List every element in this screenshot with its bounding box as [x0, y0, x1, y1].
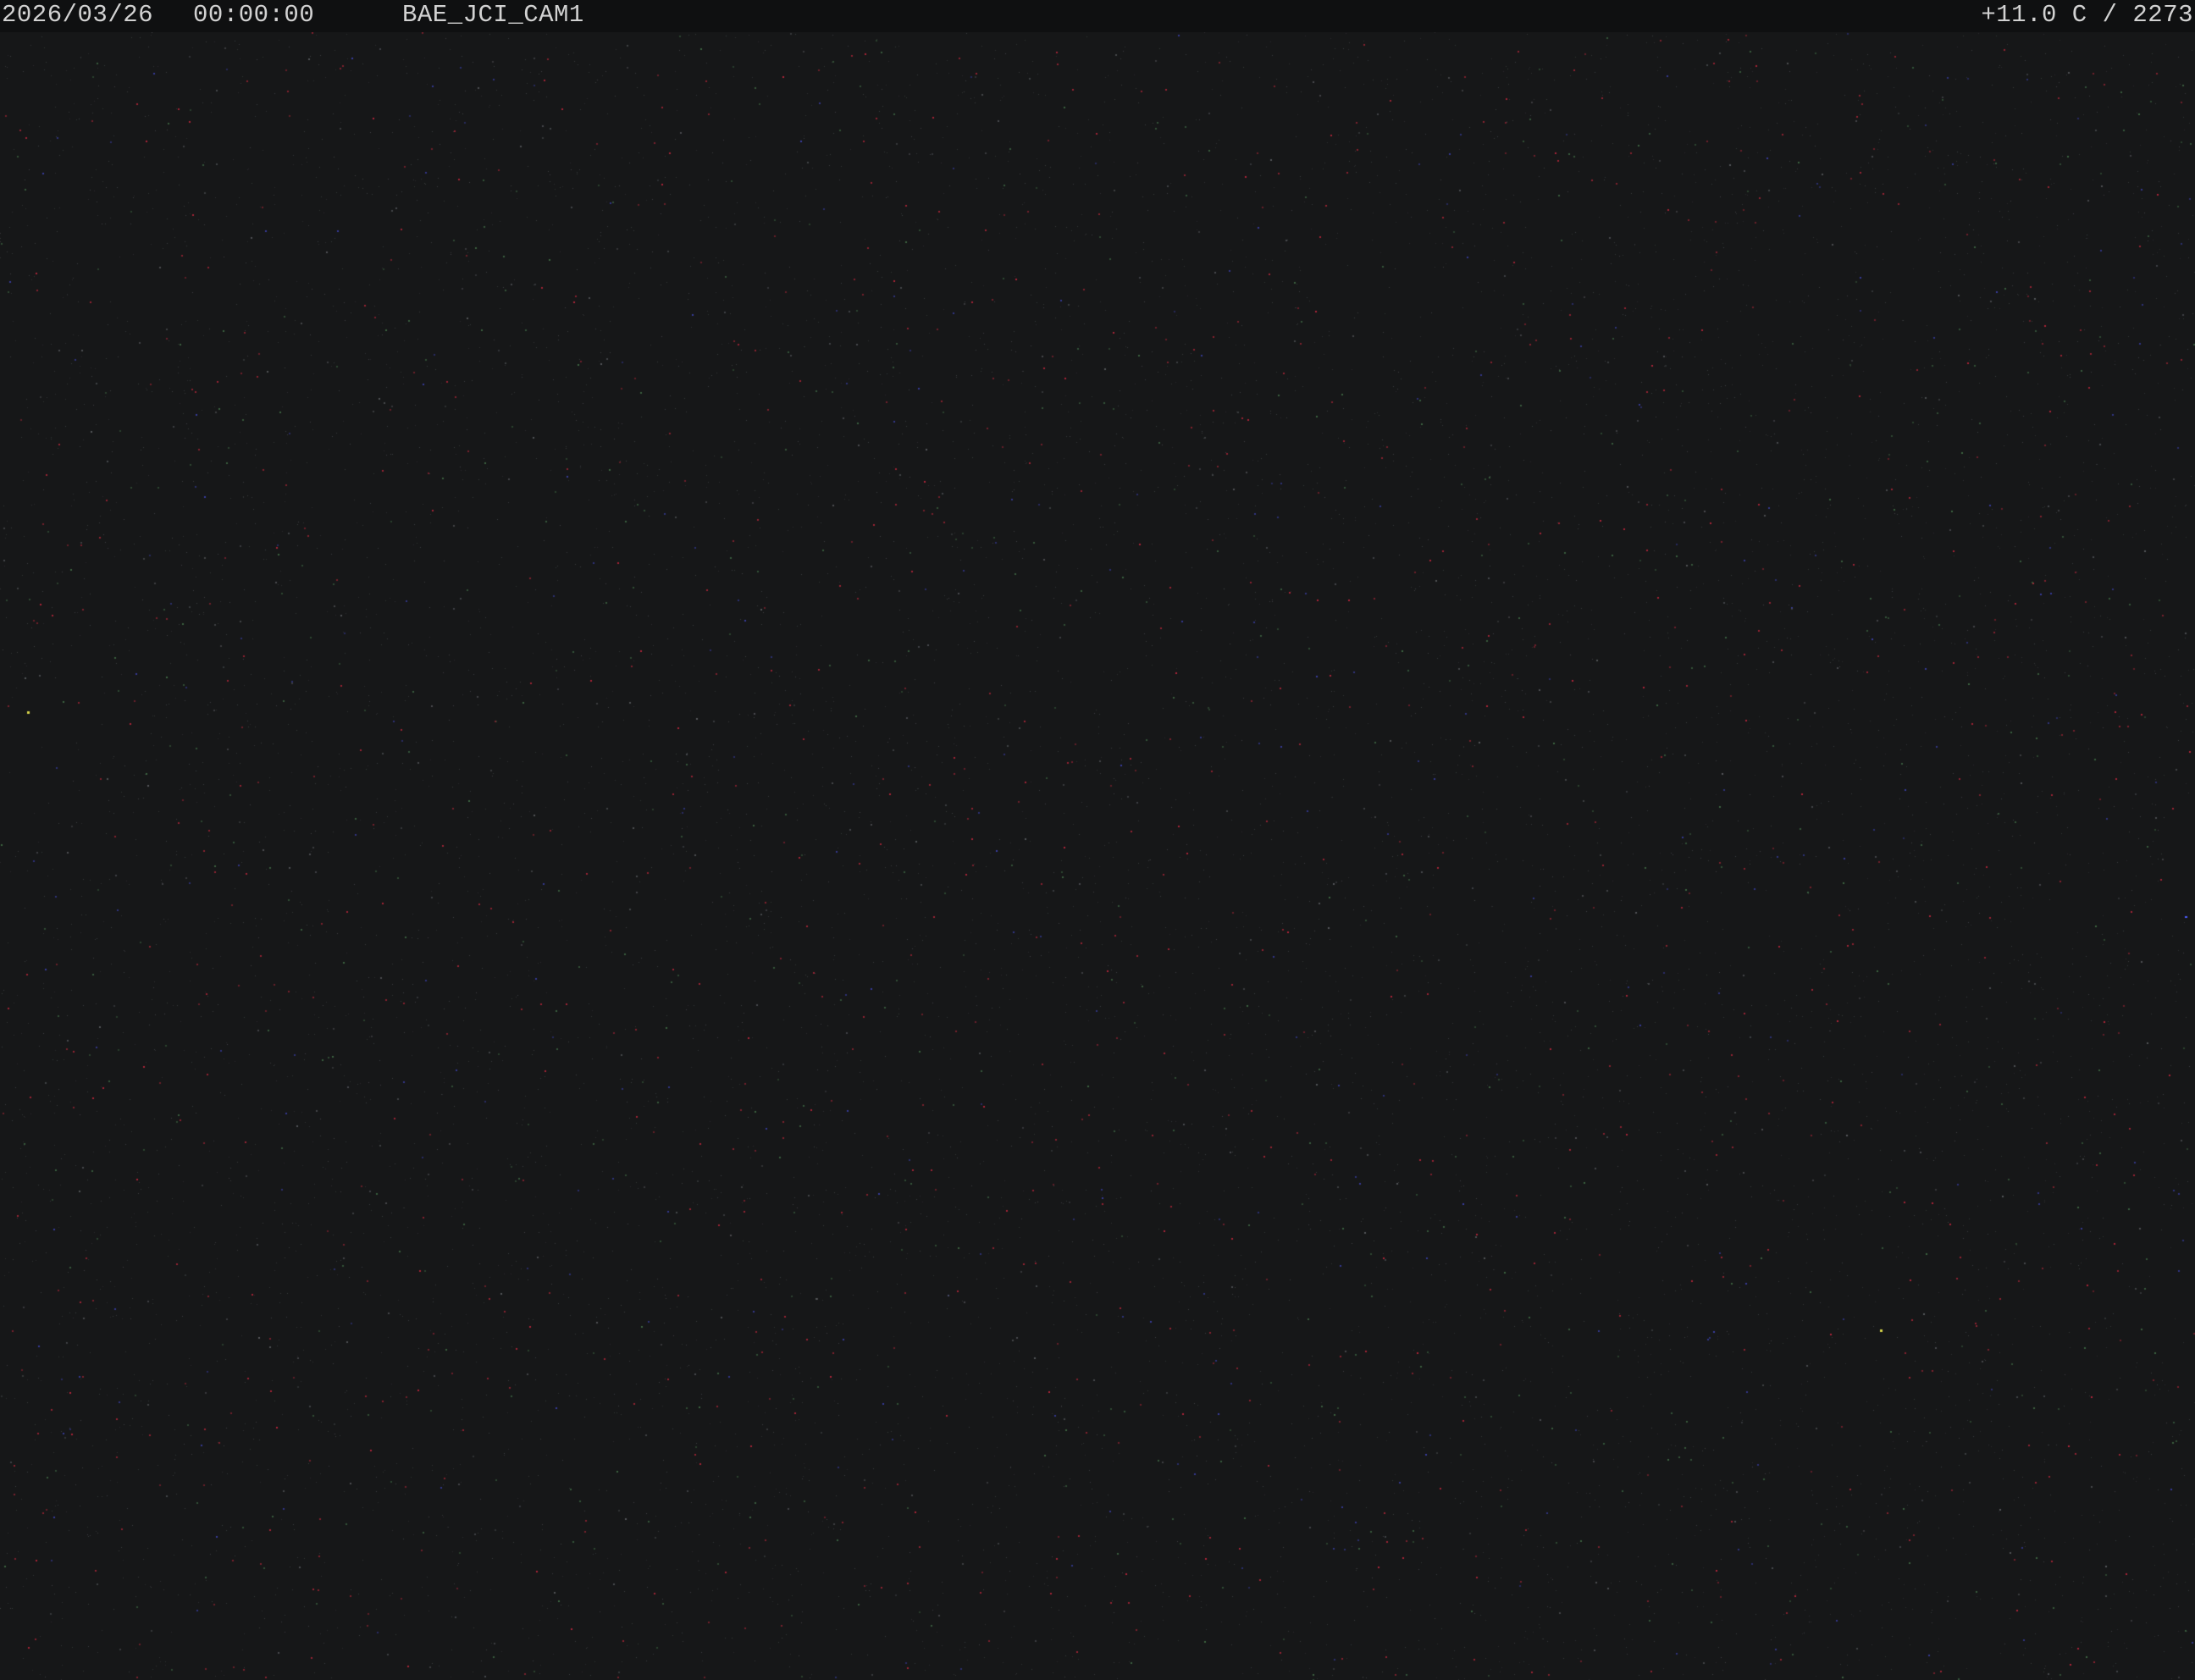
camera-name: BAE_JCI_CAM1	[402, 1, 584, 29]
temperature-readout: +11.0 C / 2273	[1981, 1, 2193, 29]
night-sky-image	[0, 0, 2195, 1680]
timestamp-time: 00:00:00	[193, 1, 315, 29]
timestamp-date: 2026/03/26	[2, 1, 154, 29]
camera-frame: 2026/03/26 00:00:00 BAE_JCI_CAM1 +11.0 C…	[0, 0, 2195, 1680]
camera-overlay-bar: 2026/03/26 00:00:00 BAE_JCI_CAM1 +11.0 C…	[0, 0, 2195, 32]
